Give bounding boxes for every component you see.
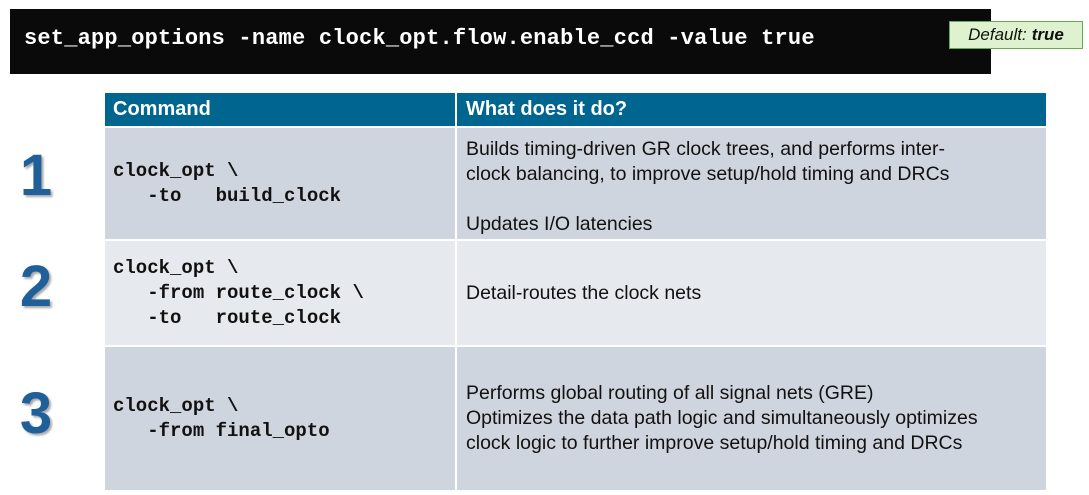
command-text: set_app_options -name clock_opt.flow.ena…: [24, 26, 815, 51]
description-cell: Builds timing-driven GR clock trees, and…: [457, 128, 1046, 239]
row-number-3: 3: [19, 381, 53, 446]
command-cell: clock_opt \ -from route_clock \ -to rout…: [105, 241, 457, 345]
default-badge: Default: true: [949, 21, 1083, 49]
header-command: Command: [105, 93, 457, 126]
row-number-1: 1: [19, 143, 53, 208]
command-table: Command What does it do? clock_opt \ -to…: [105, 93, 1046, 490]
table-row: clock_opt \ -to build_clock Builds timin…: [105, 126, 1046, 239]
command-cell: clock_opt \ -to build_clock: [105, 128, 457, 239]
table-row: clock_opt \ -from final_opto Performs gl…: [105, 345, 1046, 490]
description-cell: Performs global routing of all signal ne…: [457, 347, 1046, 490]
description-text: Builds timing-driven GR clock trees, and…: [466, 138, 950, 235]
header-description: What does it do?: [466, 98, 628, 120]
description-text: Detail-routes the clock nets: [466, 281, 702, 304]
row-number-2: 2: [19, 254, 53, 319]
description-cell: Detail-routes the clock nets: [457, 241, 1046, 345]
command-bar: set_app_options -name clock_opt.flow.ena…: [10, 9, 991, 74]
description-text: Performs global routing of all signal ne…: [466, 382, 978, 454]
table-header: Command What does it do?: [105, 93, 1046, 126]
default-label: Default:: [968, 25, 1027, 44]
command-cell: clock_opt \ -from final_opto: [105, 347, 457, 490]
table-row: clock_opt \ -from route_clock \ -to rout…: [105, 239, 1046, 345]
default-value: true: [1031, 25, 1064, 44]
